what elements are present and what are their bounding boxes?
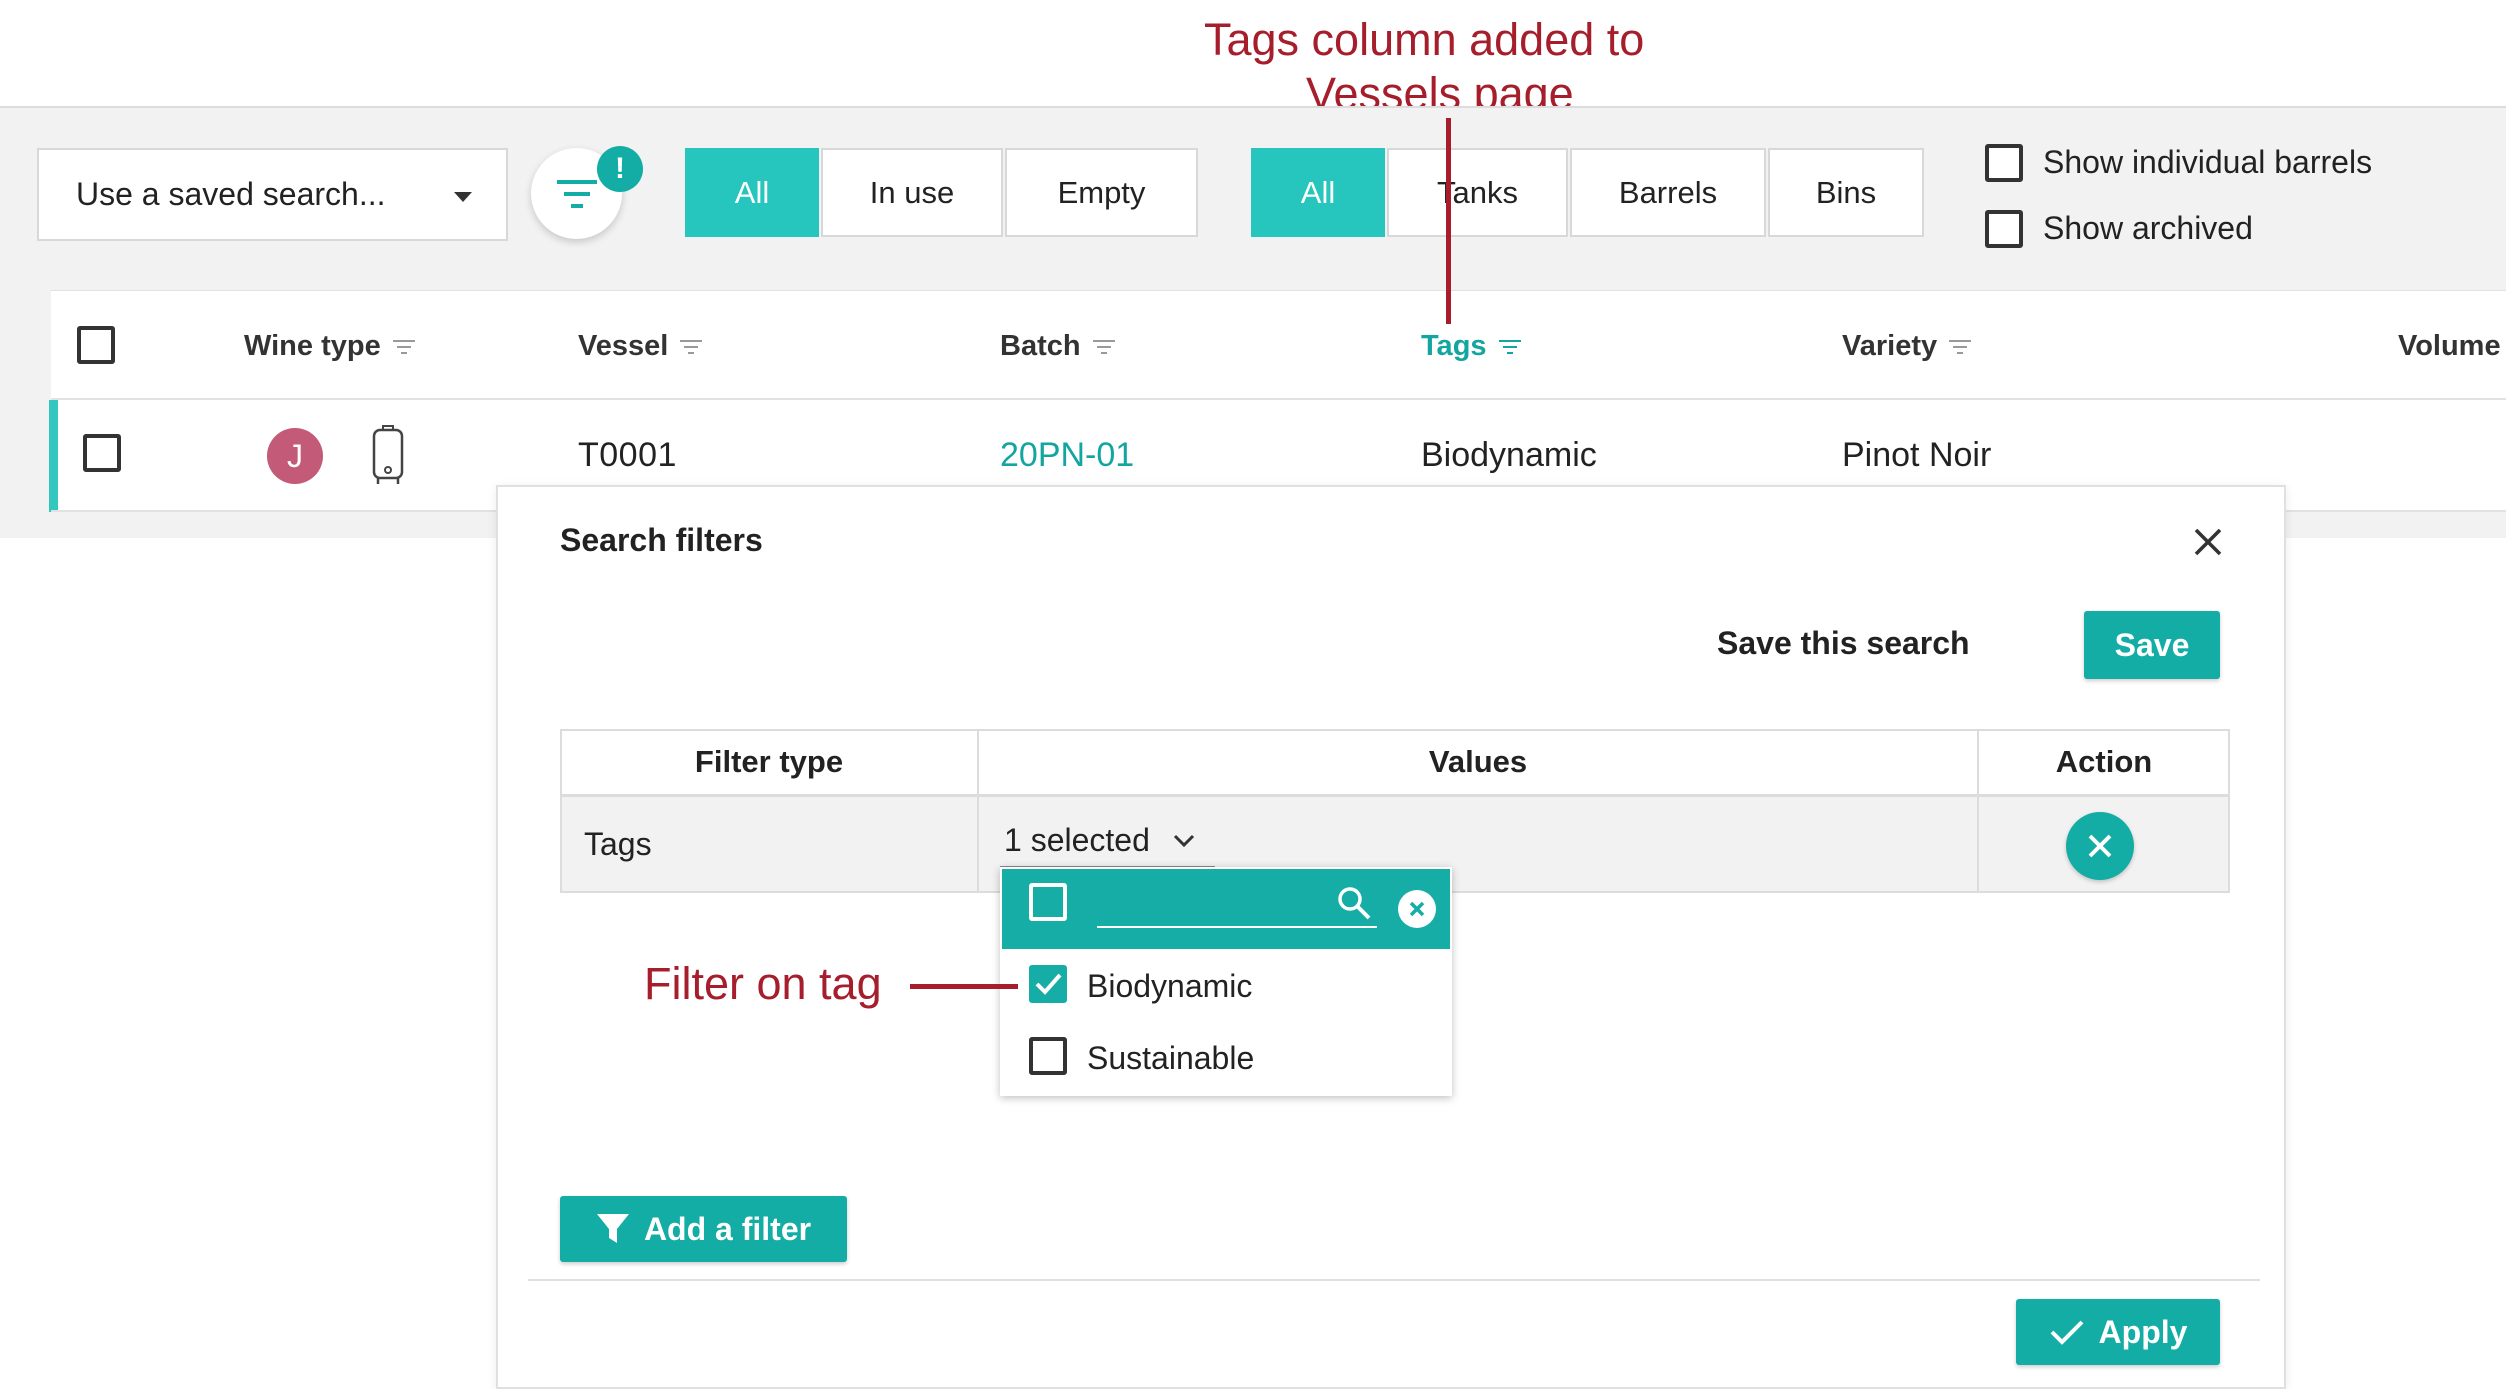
caret-down-icon [454,192,472,202]
column-header-vessel[interactable]: Vessel [578,330,703,363]
show-individual-barrels-label: Show individual barrels [2043,144,2373,180]
type-filter-all[interactable]: All [1251,148,1385,237]
column-header-wine-type[interactable]: Wine type [244,330,415,363]
column-header-label: Tags [1421,330,1487,362]
sort-icon [392,339,415,355]
sort-icon [680,339,703,355]
chevron-down-icon [1173,834,1194,847]
add-filter-label: Add a filter [643,1210,812,1247]
tag-option-biodynamic-checkbox[interactable] [1029,965,1067,1003]
filter-lines-icon [556,179,597,208]
tank-icon [372,425,404,484]
values-select[interactable]: 1 selected [1004,822,1196,859]
funnel-icon [596,1214,629,1243]
close-icon [2088,834,2112,858]
annotation-filter-on-tag: Filter on tag [644,958,882,1009]
tag-option-biodynamic-label[interactable]: Biodynamic [1087,968,1252,1005]
status-filter-all[interactable]: All [685,148,819,237]
add-filter-button[interactable]: Add a filter [560,1196,847,1262]
column-header-variety[interactable]: Variety [1842,330,1972,363]
header-action: Action [2055,744,2153,779]
column-header-batch[interactable]: Batch [1000,330,1115,363]
wine-type-avatar: J [267,428,323,484]
saved-search-select[interactable]: Use a saved search... [37,148,508,241]
dropdown-header [1002,869,1450,949]
cell-variety: Pinot Noir [1842,436,1992,474]
check-icon [2050,1320,2083,1345]
sort-icon [1949,339,1972,355]
row-checkbox[interactable] [83,434,121,472]
column-header-label: Volume [2398,330,2501,362]
show-archived-checkbox[interactable] [1985,210,2023,248]
select-all-checkbox[interactable] [77,326,115,364]
close-icon[interactable] [2190,524,2226,560]
type-filter-tanks[interactable]: Tanks [1387,148,1568,237]
cell-batch-link[interactable]: 20PN-01 [1000,436,1134,475]
vessels-table [51,290,2506,512]
cell-vessel[interactable]: T0001 [578,436,677,475]
search-icon [1338,887,1371,920]
apply-label: Apply [2098,1313,2188,1350]
show-individual-barrels-checkbox[interactable] [1985,144,2023,182]
type-filter-bins[interactable]: Bins [1768,148,1924,237]
modal-title: Search filters [560,522,763,558]
column-header-label: Vessel [578,330,669,362]
clear-search-button[interactable] [1398,890,1436,928]
save-search-label: Save this search [1717,625,1970,661]
sort-icon [1498,339,1521,355]
column-header-label: Wine type [244,330,381,362]
modal-footer-divider [528,1279,2260,1281]
tag-option-sustainable-checkbox[interactable] [1029,1037,1067,1075]
status-filter-empty[interactable]: Empty [1005,148,1198,237]
close-icon [1409,901,1425,917]
saved-search-placeholder: Use a saved search... [76,176,386,212]
filter-type-value: Tags [584,826,652,862]
save-button[interactable]: Save [2084,611,2220,679]
column-header-volume[interactable]: Volume [2398,330,2501,363]
cell-tags: Biodynamic [1421,436,1597,474]
annotation-tags-column-line1: Tags column added to [1204,14,1645,65]
annotation-line-tags-column [1446,118,1451,324]
check-icon [1035,973,1062,995]
column-header-tags[interactable]: Tags [1421,330,1521,363]
header-filter-type: Filter type [694,744,844,779]
status-filter-in-use[interactable]: In use [821,148,1003,237]
header-values: Values [1428,744,1528,779]
table-header-divider [51,398,2506,400]
values-select-summary: 1 selected [1004,822,1150,858]
sort-icon [1092,339,1115,355]
column-header-label: Batch [1000,330,1081,362]
annotation-line-filter-on-tag [910,984,1018,989]
filter-badge: ! [597,146,643,192]
apply-button[interactable]: Apply [2016,1299,2220,1365]
column-header-label: Variety [1842,330,1938,362]
row-selected-accent [49,400,58,512]
type-filter-barrels[interactable]: Barrels [1570,148,1766,237]
tag-option-sustainable-label[interactable]: Sustainable [1087,1040,1254,1077]
show-archived-label: Show archived [2043,210,2253,246]
remove-filter-button[interactable] [2066,812,2134,880]
dropdown-search-input[interactable] [1097,926,1377,928]
dropdown-select-all-checkbox[interactable] [1029,883,1067,921]
